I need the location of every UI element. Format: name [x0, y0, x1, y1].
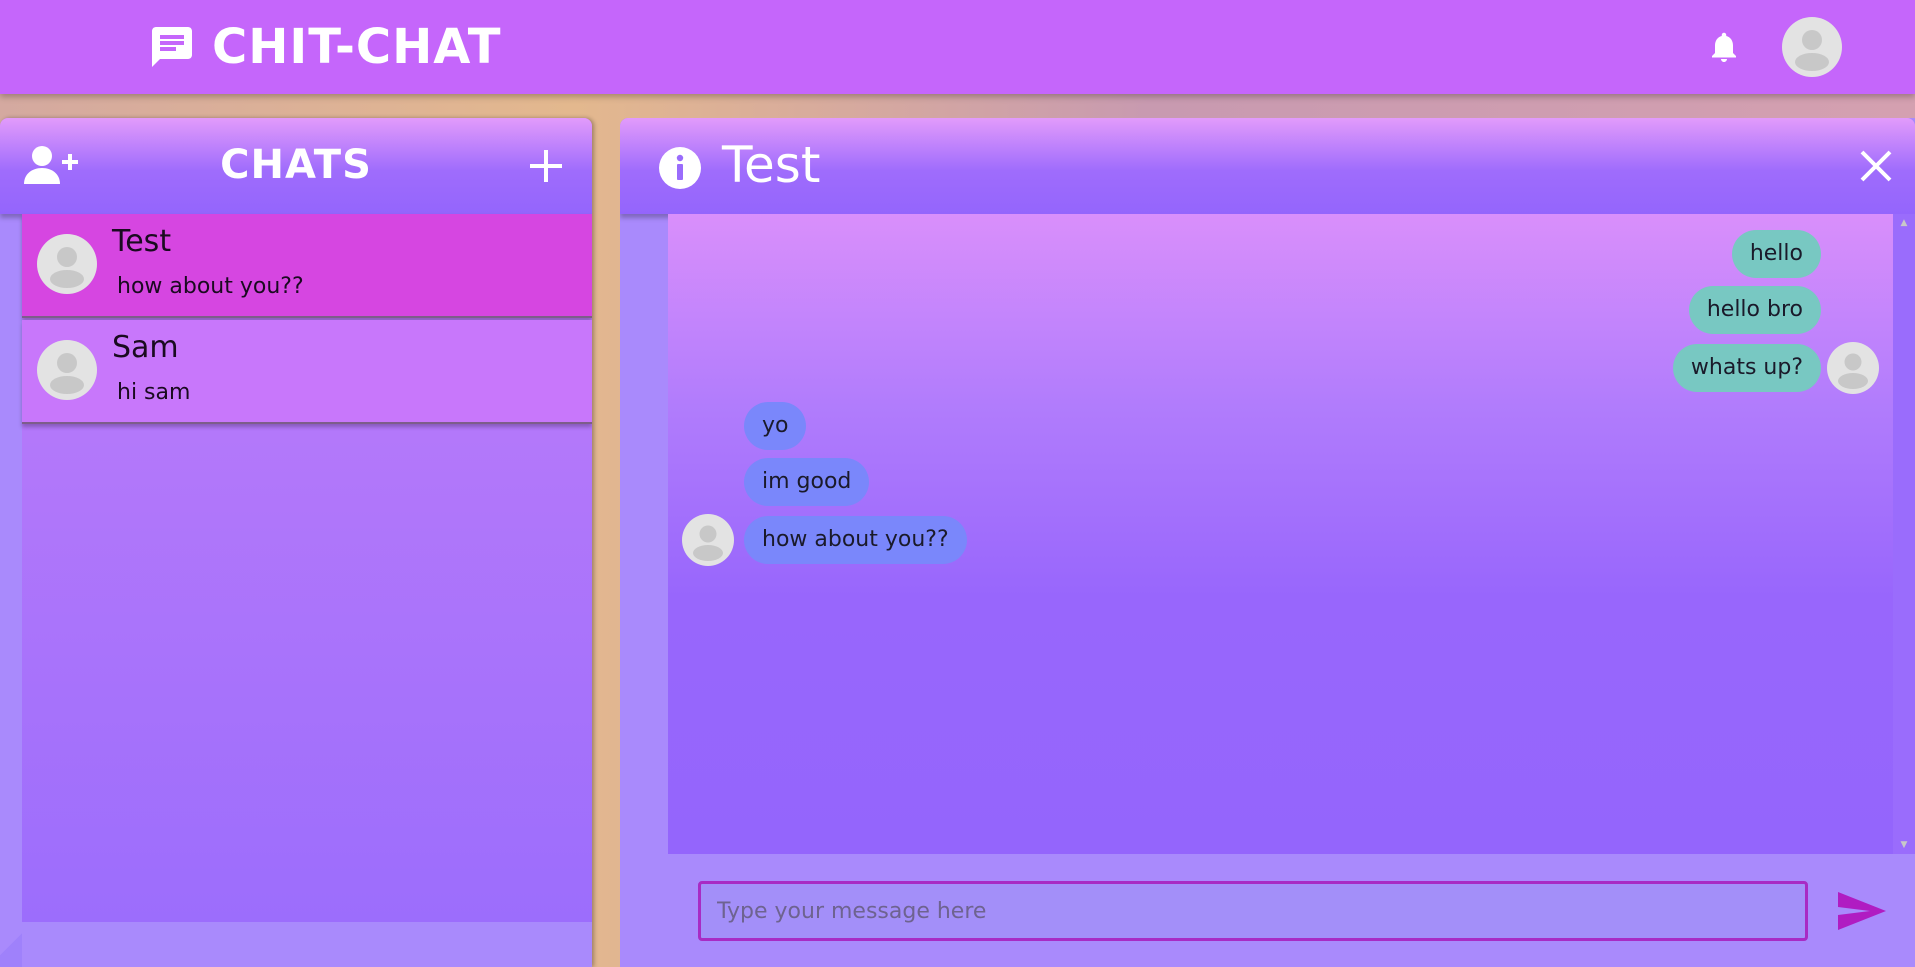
avatar: [1827, 342, 1879, 394]
app-title: CHIT-CHAT: [212, 19, 502, 75]
message-list[interactable]: hello hello bro whats up? yo im good how…: [668, 214, 1893, 854]
scroll-up-icon[interactable]: ▲: [1898, 218, 1910, 228]
plus-icon[interactable]: [526, 146, 566, 186]
avatar: [37, 340, 97, 400]
message-input[interactable]: [698, 881, 1808, 941]
message-composer: [668, 854, 1915, 967]
avatar: [682, 514, 734, 566]
message-bubble-received: how about you??: [744, 516, 967, 564]
chats-title: CHATS: [220, 142, 372, 188]
chat-list: Test how about you?? Sam hi sam: [22, 214, 592, 426]
message-bubble-sent: hello bro: [1688, 286, 1821, 334]
close-icon[interactable]: [1858, 148, 1894, 184]
message-bubble-received: yo: [744, 402, 807, 450]
avatar: [37, 234, 97, 294]
chats-panel: CHATS Test how about you?? Sam hi sam: [0, 118, 592, 967]
chat-bubble-icon: [148, 23, 196, 71]
user-avatar-icon[interactable]: [1782, 17, 1842, 77]
scroll-down-icon[interactable]: ▼: [1898, 840, 1910, 850]
chats-footer: [0, 922, 592, 967]
conversation-panel: Test hello hello bro whats up? yo im goo…: [620, 118, 1915, 967]
message-bubble-received: im good: [744, 458, 870, 506]
bell-icon[interactable]: [1706, 27, 1742, 67]
chat-preview: how about you??: [117, 274, 304, 299]
top-header: CHIT-CHAT: [0, 0, 1915, 94]
chat-preview: hi sam: [117, 380, 191, 405]
chats-rail: [0, 214, 22, 967]
conversation-title: Test: [722, 136, 821, 194]
chat-name: Sam: [112, 330, 179, 365]
info-icon[interactable]: [658, 146, 702, 190]
brand[interactable]: CHIT-CHAT: [148, 19, 502, 75]
chat-list-item-sam[interactable]: Sam hi sam: [22, 320, 592, 424]
chat-list-item-test[interactable]: Test how about you??: [22, 214, 592, 318]
message-scrollbar[interactable]: ▲ ▼: [1893, 214, 1915, 854]
conversation-header: Test: [620, 118, 1915, 214]
send-icon[interactable]: [1836, 890, 1888, 932]
chat-name: Test: [112, 224, 172, 259]
chats-header: CHATS: [0, 118, 592, 214]
message-bubble-sent: whats up?: [1672, 344, 1821, 392]
message-bubble-sent: hello: [1731, 230, 1821, 278]
